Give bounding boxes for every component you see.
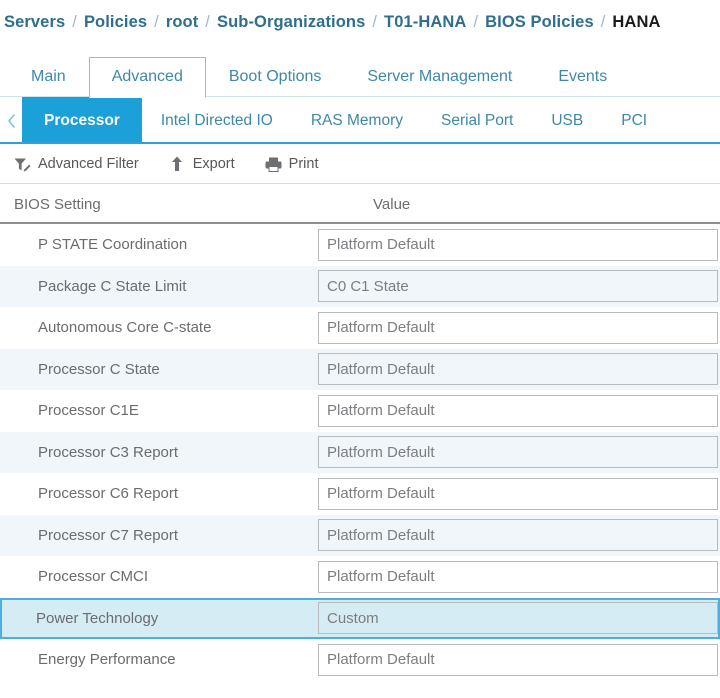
bios-setting-value-cell: Platform Default bbox=[318, 229, 718, 261]
bios-value-dropdown[interactable]: Platform Default bbox=[318, 395, 718, 427]
subtab-pci[interactable]: PCI bbox=[602, 97, 666, 144]
breadcrumb-item-root[interactable]: root bbox=[166, 13, 198, 32]
export-button[interactable]: Export bbox=[169, 156, 235, 173]
breadcrumb-item-policies[interactable]: Policies bbox=[84, 13, 147, 32]
table-row[interactable]: Processor C3 ReportPlatform Default bbox=[0, 432, 720, 474]
bios-setting-name: Power Technology bbox=[2, 610, 318, 627]
breadcrumb-separator: / bbox=[72, 13, 77, 32]
subtab-processor[interactable]: Processor bbox=[22, 97, 142, 144]
breadcrumb: Servers / Policies / root / Sub-Organizations /… bbox=[0, 0, 720, 45]
bios-setting-value-cell: Platform Default bbox=[318, 478, 718, 510]
table-row[interactable]: Autonomous Core C-statePlatform Default bbox=[0, 307, 720, 349]
bios-setting-name: Processor C6 Report bbox=[2, 485, 318, 502]
bios-setting-value-cell: Platform Default bbox=[318, 644, 718, 676]
sub-tab-bar: ProcessorIntel Directed IORAS MemorySeri… bbox=[0, 97, 720, 144]
subtab-ras-memory[interactable]: RAS Memory bbox=[292, 97, 422, 144]
advanced-filter-button[interactable]: Advanced Filter bbox=[14, 156, 139, 173]
table-row[interactable]: Processor C7 ReportPlatform Default bbox=[0, 515, 720, 557]
table-row[interactable]: Processor C6 ReportPlatform Default bbox=[0, 473, 720, 515]
table-row[interactable]: Package C State LimitC0 C1 State bbox=[0, 266, 720, 308]
bios-value-dropdown[interactable]: C0 C1 State bbox=[318, 270, 718, 302]
breadcrumb-separator: / bbox=[473, 13, 478, 32]
print-button[interactable]: Print bbox=[265, 156, 319, 173]
bios-value-dropdown[interactable]: Platform Default bbox=[318, 519, 718, 551]
bios-setting-value-cell: Custom bbox=[318, 602, 718, 634]
bios-setting-value-cell: C0 C1 State bbox=[318, 270, 718, 302]
bios-setting-value-cell: Platform Default bbox=[318, 561, 718, 593]
breadcrumb-separator: / bbox=[154, 13, 159, 32]
subtab-intel-directed-io[interactable]: Intel Directed IO bbox=[142, 97, 292, 144]
bios-setting-name: Processor C State bbox=[2, 361, 318, 378]
tab-boot-options[interactable]: Boot Options bbox=[206, 57, 345, 97]
bios-setting-value-cell: Platform Default bbox=[318, 312, 718, 344]
bios-value-dropdown[interactable]: Platform Default bbox=[318, 478, 718, 510]
printer-icon bbox=[265, 156, 282, 173]
column-header-value[interactable]: Value bbox=[373, 196, 410, 213]
table-row[interactable]: Processor C1EPlatform Default bbox=[0, 390, 720, 432]
bios-setting-name: Processor C3 Report bbox=[2, 444, 318, 461]
tab-advanced[interactable]: Advanced bbox=[89, 57, 206, 98]
breadcrumb-item-t01-hana[interactable]: T01-HANA bbox=[384, 13, 466, 32]
upload-arrow-icon bbox=[169, 156, 186, 173]
table-row[interactable]: Power TechnologyCustom bbox=[0, 598, 720, 640]
bios-value-dropdown[interactable]: Custom bbox=[318, 602, 718, 634]
bios-value-dropdown[interactable]: Platform Default bbox=[318, 644, 718, 676]
breadcrumb-item-bios-policies[interactable]: BIOS Policies bbox=[485, 13, 594, 32]
bios-setting-value-cell: Platform Default bbox=[318, 353, 718, 385]
table-row[interactable]: P STATE CoordinationPlatform Default bbox=[0, 224, 720, 266]
tab-main[interactable]: Main bbox=[8, 57, 89, 97]
bios-setting-name: Processor C7 Report bbox=[2, 527, 318, 544]
column-header-bios-setting[interactable]: BIOS Setting bbox=[0, 196, 373, 213]
bios-setting-value-cell: Platform Default bbox=[318, 395, 718, 427]
table-toolbar: Advanced Filter Export Print bbox=[0, 144, 720, 184]
tab-server-management[interactable]: Server Management bbox=[344, 57, 535, 97]
bios-value-dropdown[interactable]: Platform Default bbox=[318, 561, 718, 593]
subtab-serial-port[interactable]: Serial Port bbox=[422, 97, 532, 144]
bios-settings-table: BIOS Setting Value P STATE CoordinationP… bbox=[0, 184, 720, 681]
bios-setting-name: P STATE Coordination bbox=[2, 236, 318, 253]
bios-value-dropdown[interactable]: Platform Default bbox=[318, 353, 718, 385]
table-row[interactable]: Processor C StatePlatform Default bbox=[0, 349, 720, 391]
table-body: P STATE CoordinationPlatform DefaultPack… bbox=[0, 224, 720, 681]
bios-setting-value-cell: Platform Default bbox=[318, 519, 718, 551]
bios-value-dropdown[interactable]: Platform Default bbox=[318, 312, 718, 344]
toolbar-button-label: Print bbox=[289, 156, 319, 172]
main-tab-bar: MainAdvancedBoot OptionsServer Managemen… bbox=[0, 45, 720, 97]
breadcrumb-item-sub-organizations[interactable]: Sub-Organizations bbox=[217, 13, 365, 32]
toolbar-button-label: Advanced Filter bbox=[38, 156, 139, 172]
breadcrumb-item-servers[interactable]: Servers bbox=[4, 13, 65, 32]
breadcrumb-separator: / bbox=[372, 13, 377, 32]
breadcrumb-separator: / bbox=[601, 13, 606, 32]
bios-value-dropdown[interactable]: Platform Default bbox=[318, 229, 718, 261]
bios-setting-name: Processor C1E bbox=[2, 402, 318, 419]
bios-setting-name: Processor CMCI bbox=[2, 568, 318, 585]
chevron-left-icon[interactable] bbox=[0, 97, 22, 144]
toolbar-button-label: Export bbox=[193, 156, 235, 172]
subtab-usb[interactable]: USB bbox=[532, 97, 602, 144]
bios-setting-name: Package C State Limit bbox=[2, 278, 318, 295]
breadcrumb-item-hana: HANA bbox=[612, 13, 660, 32]
bios-value-dropdown[interactable]: Platform Default bbox=[318, 436, 718, 468]
tab-events[interactable]: Events bbox=[535, 57, 630, 97]
bios-setting-value-cell: Platform Default bbox=[318, 436, 718, 468]
filter-edit-icon bbox=[14, 156, 31, 173]
table-row[interactable]: Energy PerformancePlatform Default bbox=[0, 639, 720, 681]
bios-setting-name: Autonomous Core C-state bbox=[2, 319, 318, 336]
breadcrumb-separator: / bbox=[205, 13, 210, 32]
table-header-row: BIOS Setting Value bbox=[0, 184, 720, 224]
bios-setting-name: Energy Performance bbox=[2, 651, 318, 668]
table-row[interactable]: Processor CMCIPlatform Default bbox=[0, 556, 720, 598]
